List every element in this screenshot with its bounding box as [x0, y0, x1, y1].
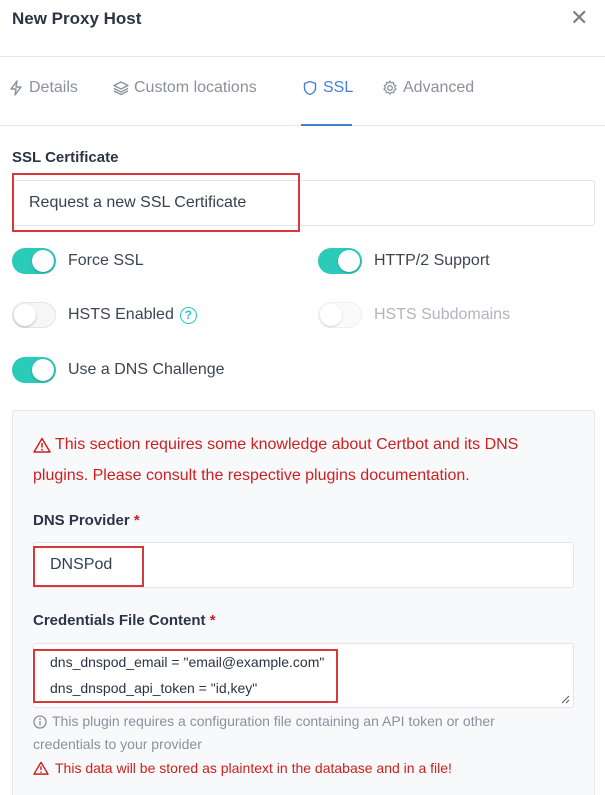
tab-ssl-label: SSL — [323, 79, 354, 96]
required-mark: * — [133, 512, 140, 529]
hsts-subdomains-toggle: HSTS Subdomains — [318, 302, 510, 328]
tab-custom-locations[interactable]: Custom locations — [113, 79, 257, 97]
plaintext-warning-text: This data will be stored as plaintext in… — [55, 760, 452, 776]
tab-advanced[interactable]: Advanced — [382, 79, 474, 97]
hsts-label: HSTS Enabled — [68, 306, 174, 323]
help-icon[interactable]: ? — [179, 306, 197, 324]
bolt-icon — [10, 80, 22, 96]
http2-toggle[interactable]: HTTP/2 Support — [318, 248, 490, 274]
tab-custom-locations-label: Custom locations — [134, 79, 257, 96]
plugin-info-line1: This plugin requires a configuration fil… — [52, 713, 495, 729]
warning-icon — [33, 437, 51, 453]
shield-icon — [303, 80, 317, 96]
dns-warning-line2: plugins. Please consult the respective p… — [33, 467, 470, 484]
tab-bar: Details Custom locations SSL Advanced — [0, 57, 605, 126]
dns-provider-label: DNS Provider * — [33, 512, 140, 529]
dns-challenge-switch[interactable] — [12, 357, 56, 383]
hsts-switch[interactable] — [12, 302, 56, 328]
credentials-label-text: Credentials File Content — [33, 612, 206, 629]
ssl-certificate-label: SSL Certificate — [12, 149, 119, 166]
dns-warning: This section requires some knowledge abo… — [33, 429, 518, 491]
resize-handle-icon[interactable] — [561, 695, 570, 704]
modal-header: New Proxy Host ✕ — [0, 0, 605, 57]
tab-ssl[interactable]: SSL — [302, 79, 353, 97]
plaintext-warning: This data will be stored as plaintext in… — [33, 760, 452, 776]
highlight-box — [12, 173, 300, 232]
plugin-info-line2: credentials to your provider — [33, 736, 202, 752]
warning-icon — [33, 761, 49, 775]
tab-details[interactable]: Details — [8, 79, 78, 97]
plugin-info: This plugin requires a configuration fil… — [33, 710, 495, 756]
highlight-box — [33, 649, 338, 703]
force-ssl-label: Force SSL — [68, 252, 144, 269]
hsts-subdomains-label: HSTS Subdomains — [374, 306, 511, 323]
http2-switch[interactable] — [318, 248, 362, 274]
tab-advanced-label: Advanced — [403, 79, 475, 96]
dns-warning-line1: This section requires some knowledge abo… — [55, 436, 519, 453]
info-icon — [33, 714, 47, 729]
highlight-box — [33, 546, 144, 587]
force-ssl-switch[interactable] — [12, 248, 56, 274]
gear-icon — [383, 80, 397, 95]
http2-label: HTTP/2 Support — [374, 252, 490, 269]
tab-details-label: Details — [29, 79, 78, 96]
dns-challenge-toggle[interactable]: Use a DNS Challenge — [12, 357, 225, 383]
modal-title: New Proxy Host — [12, 9, 142, 28]
credentials-label: Credentials File Content * — [33, 612, 216, 629]
close-icon[interactable]: ✕ — [570, 6, 588, 30]
layers-icon — [113, 81, 129, 96]
hsts-toggle[interactable]: HSTS Enabled ? — [12, 302, 197, 328]
dns-challenge-label: Use a DNS Challenge — [68, 361, 225, 378]
force-ssl-toggle[interactable]: Force SSL — [12, 248, 144, 274]
hsts-subdomains-switch — [318, 302, 362, 328]
required-mark: * — [209, 612, 216, 629]
dns-provider-label-text: DNS Provider — [33, 512, 130, 529]
active-tab-indicator — [301, 124, 352, 126]
